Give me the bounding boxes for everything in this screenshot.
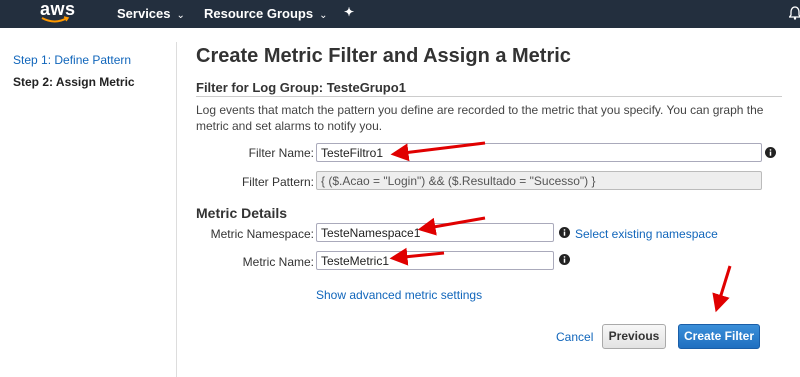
services-menu-label: Services [117,6,171,21]
services-menu[interactable]: Services ⌄ [117,6,185,21]
show-advanced-metric-settings-link[interactable]: Show advanced metric settings [316,288,482,302]
description-text: Log events that match the pattern you de… [196,103,764,133]
info-icon[interactable] [559,227,570,238]
select-existing-namespace-link[interactable]: Select existing namespace [575,227,718,241]
log-group-heading: Filter for Log Group: TesteGrupo1 [196,80,406,95]
pin-icon[interactable]: ✦ [344,5,354,19]
wizard-steps-sidebar: Step 1: Define Pattern Step 2: Assign Me… [0,28,175,377]
metric-details-heading: Metric Details [196,205,288,221]
chevron-down-icon: ⌄ [319,10,328,21]
filter-name-input[interactable] [316,143,762,162]
metric-name-label: Metric Name: [242,255,314,269]
chevron-down-icon: ⌄ [176,10,185,21]
sidebar-divider [176,42,177,377]
cancel-link[interactable]: Cancel [556,330,593,344]
aws-smile-icon [41,16,70,23]
step-assign-metric-current: Step 2: Assign Metric [13,75,135,89]
step-define-pattern-link[interactable]: Step 1: Define Pattern [13,53,131,67]
info-icon[interactable] [765,147,776,158]
resource-groups-menu[interactable]: Resource Groups ⌄ [204,6,327,21]
arrow-create-filter [712,265,732,313]
filter-pattern-field [316,171,762,190]
metric-namespace-input[interactable] [316,223,554,242]
previous-button[interactable]: Previous [602,324,666,349]
create-filter-button[interactable]: Create Filter [678,324,760,349]
resource-groups-menu-label: Resource Groups [204,6,314,21]
filter-name-label: Filter Name: [248,146,314,160]
info-icon[interactable] [559,254,570,265]
page-title: Create Metric Filter and Assign a Metric [196,45,571,67]
filter-pattern-label: Filter Pattern: [241,175,314,189]
aws-logo[interactable]: aws [40,0,76,28]
top-nav-bar: aws Services ⌄ Resource Groups ⌄ ✦ [0,0,800,28]
metric-namespace-label: Metric Namespace: [210,227,314,241]
metric-name-input[interactable] [316,251,554,270]
section-divider [196,96,782,97]
bell-icon[interactable] [789,6,800,20]
